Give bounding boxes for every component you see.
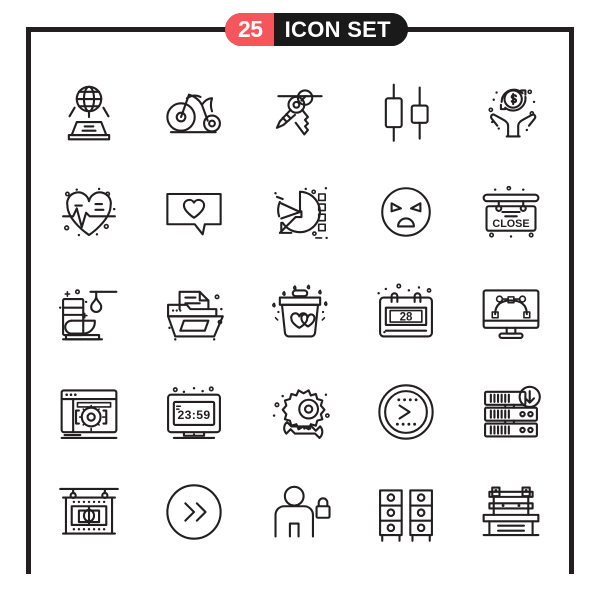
calendar-icon: 28 bbox=[377, 276, 442, 348]
icon-cell-24[interactable] bbox=[353, 462, 459, 562]
hanging-signboard-icon bbox=[53, 476, 125, 548]
icon-set-badge: 25 ICON SET bbox=[225, 13, 408, 46]
globe-hologram-projector-icon bbox=[53, 76, 125, 148]
command-prompt-icon bbox=[370, 376, 442, 448]
user-lock-security-icon bbox=[264, 476, 336, 548]
candlestick-chart-icon bbox=[370, 76, 442, 148]
icon-cell-7[interactable] bbox=[142, 162, 248, 262]
browser-settings-gear-icon bbox=[53, 376, 125, 448]
icon-cell-17[interactable]: 23:59 bbox=[142, 362, 248, 462]
icon-cell-16[interactable] bbox=[36, 362, 142, 462]
monitor-bezier-curve-icon bbox=[475, 276, 547, 348]
bicycle-icon bbox=[158, 76, 230, 148]
pie-chart-icon bbox=[274, 187, 328, 240]
angry-emoji-icon bbox=[370, 176, 442, 248]
icon-grid: CLOSE 28 23:59 bbox=[36, 62, 564, 562]
file-folder-document-icon bbox=[158, 276, 230, 341]
icon-cell-1[interactable] bbox=[36, 62, 142, 162]
icon-cell-10[interactable]: CLOSE bbox=[458, 162, 564, 262]
love-chat-message-icon bbox=[158, 176, 230, 248]
park-bench-icon bbox=[475, 476, 547, 548]
icon-cell-25[interactable] bbox=[458, 462, 564, 562]
icon-cell-6[interactable] bbox=[36, 162, 142, 262]
calendar-date-label: 28 bbox=[399, 312, 412, 324]
icon-cell-14[interactable]: 28 bbox=[353, 262, 459, 362]
icon-set-poster: 25 ICON SET CLOSE 28 23:59 bbox=[0, 0, 600, 600]
icon-cell-18[interactable] bbox=[247, 362, 353, 462]
gear-wrench-tools-icon bbox=[272, 376, 336, 448]
icon-cell-11[interactable] bbox=[36, 262, 142, 362]
fast-forward-circle-icon bbox=[158, 476, 230, 548]
heartbeat-pulse-icon bbox=[53, 187, 125, 237]
close-sign-icon: CLOSE bbox=[475, 176, 547, 238]
icon-cell-21[interactable] bbox=[36, 462, 142, 562]
close-sign-label: CLOSE bbox=[493, 218, 530, 230]
bathroom-cleaning-icon bbox=[58, 276, 125, 348]
server-download-icon bbox=[475, 376, 547, 448]
icon-cell-22[interactable] bbox=[142, 462, 248, 562]
filing-cabinet-drawers-icon bbox=[370, 476, 442, 548]
badge-count: 25 bbox=[225, 13, 274, 46]
frame-left-border bbox=[26, 27, 31, 574]
icon-cell-3[interactable] bbox=[247, 62, 353, 162]
icon-cell-20[interactable] bbox=[458, 362, 564, 462]
icon-cell-12[interactable] bbox=[142, 262, 248, 362]
icon-cell-19[interactable] bbox=[353, 362, 459, 462]
icon-cell-4[interactable] bbox=[353, 62, 459, 162]
icon-cell-15[interactable] bbox=[458, 262, 564, 362]
icon-cell-8[interactable] bbox=[247, 162, 353, 262]
icon-cell-2[interactable] bbox=[142, 62, 248, 162]
icon-cell-9[interactable] bbox=[353, 162, 459, 262]
frame-right-border bbox=[569, 27, 574, 574]
gift-bucket-hearts-icon bbox=[264, 276, 336, 348]
digital-clock-label: 23:59 bbox=[178, 408, 211, 422]
icon-cell-5[interactable] bbox=[458, 62, 564, 162]
money-in-hands-icon bbox=[475, 76, 547, 148]
keys-icon bbox=[264, 76, 336, 148]
icon-cell-23[interactable] bbox=[247, 462, 353, 562]
digital-clock-icon: 23:59 bbox=[158, 376, 230, 448]
badge-title: ICON SET bbox=[273, 13, 408, 46]
icon-cell-13[interactable] bbox=[247, 262, 353, 362]
